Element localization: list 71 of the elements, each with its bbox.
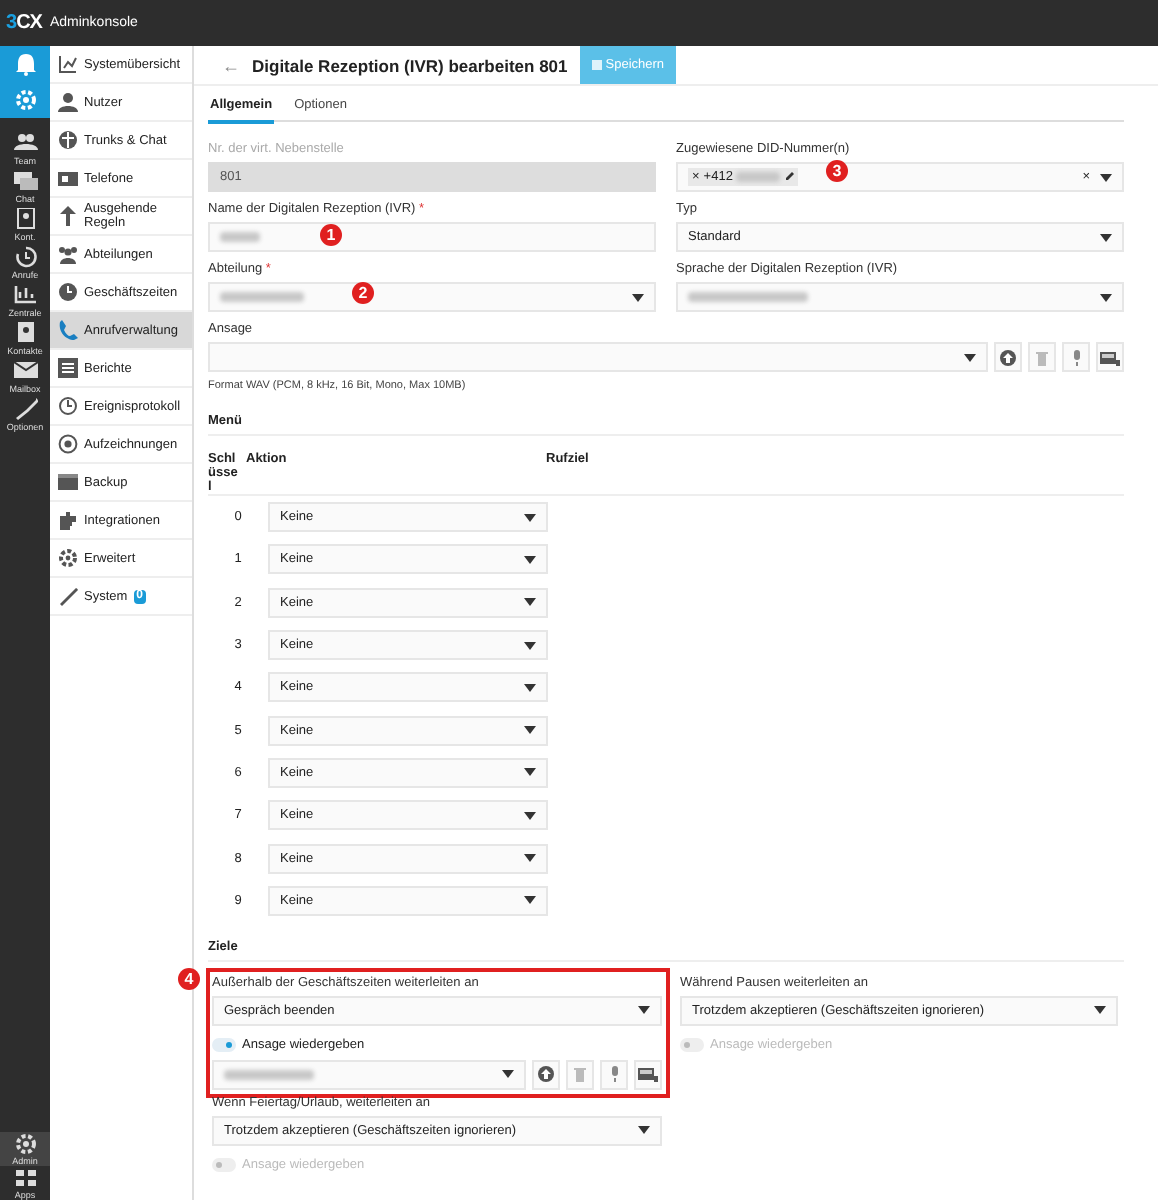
microphone-icon (609, 1066, 619, 1083)
caret-icon (524, 598, 536, 607)
rail-icon (13, 398, 37, 420)
nav-icon (58, 434, 78, 454)
trash-icon (574, 1066, 586, 1083)
nav-icon (58, 510, 78, 530)
nav-icon (58, 168, 78, 188)
recorder-icon (1100, 349, 1120, 365)
caret-icon (632, 293, 644, 301)
caret-icon (1100, 233, 1112, 241)
lock-icon (591, 60, 602, 70)
caret-icon (524, 768, 536, 777)
annotation-marker: 3 (826, 160, 848, 182)
toggle-switch[interactable] (680, 1037, 704, 1052)
phone-record-button[interactable] (1096, 342, 1124, 372)
caret-icon (1100, 293, 1112, 301)
rail-icon (13, 1133, 37, 1153)
caret-icon (1100, 173, 1112, 181)
rail-icon (13, 360, 37, 382)
caret-icon (964, 353, 976, 361)
upload-button[interactable] (532, 1059, 560, 1090)
rail-icon (13, 322, 37, 344)
settings-icon (15, 90, 35, 110)
record-button[interactable] (600, 1059, 628, 1090)
caret-icon (524, 641, 536, 650)
rail-icon (13, 132, 37, 154)
caret-icon (524, 811, 536, 820)
upload-icon (538, 1066, 554, 1083)
caret-icon (638, 1006, 650, 1015)
nav-icon (58, 396, 78, 416)
back-button[interactable]: ← (222, 55, 240, 75)
dropdown[interactable] (208, 282, 656, 312)
rail-button[interactable] (0, 82, 50, 118)
upload-icon (1000, 349, 1016, 365)
page-title: Digitale Rezeption (IVR) bearbeiten 801 (252, 55, 568, 75)
nav-icon (58, 92, 78, 112)
caret-icon (524, 513, 536, 522)
nav-icon (58, 358, 78, 378)
nav-icon (58, 54, 78, 74)
rail-icon (13, 208, 37, 230)
rail-icon (13, 246, 37, 268)
rail-icon (13, 284, 37, 306)
caret-icon (502, 1070, 514, 1079)
nav-icon (58, 282, 78, 302)
nav-icon (58, 244, 78, 264)
caret-icon (524, 896, 536, 905)
caret-icon (1094, 1006, 1106, 1015)
caret-icon (524, 854, 536, 863)
bell-icon (15, 53, 35, 75)
toggle-switch[interactable] (212, 1157, 236, 1172)
nav-icon (58, 472, 78, 492)
trash-icon (1036, 349, 1048, 365)
record-button[interactable] (1062, 342, 1090, 372)
caret-icon (524, 726, 536, 735)
rail-icon (13, 1167, 37, 1187)
rail-button[interactable] (0, 46, 50, 82)
logo: 3CX (6, 12, 42, 34)
toggle-switch[interactable] (212, 1037, 236, 1052)
upload-button[interactable] (994, 342, 1022, 372)
caret-icon (524, 683, 536, 692)
caret-icon (524, 555, 536, 564)
microphone-icon (1071, 349, 1081, 365)
caret-icon (638, 1126, 650, 1135)
input-field[interactable] (208, 222, 656, 252)
rail-icon (13, 170, 37, 192)
nav-icon (58, 320, 78, 340)
recorder-icon (638, 1066, 658, 1083)
phone-record-button[interactable] (634, 1059, 662, 1090)
pencil-icon (784, 172, 795, 182)
nav-icon (58, 206, 78, 226)
nav-icon (58, 130, 78, 150)
